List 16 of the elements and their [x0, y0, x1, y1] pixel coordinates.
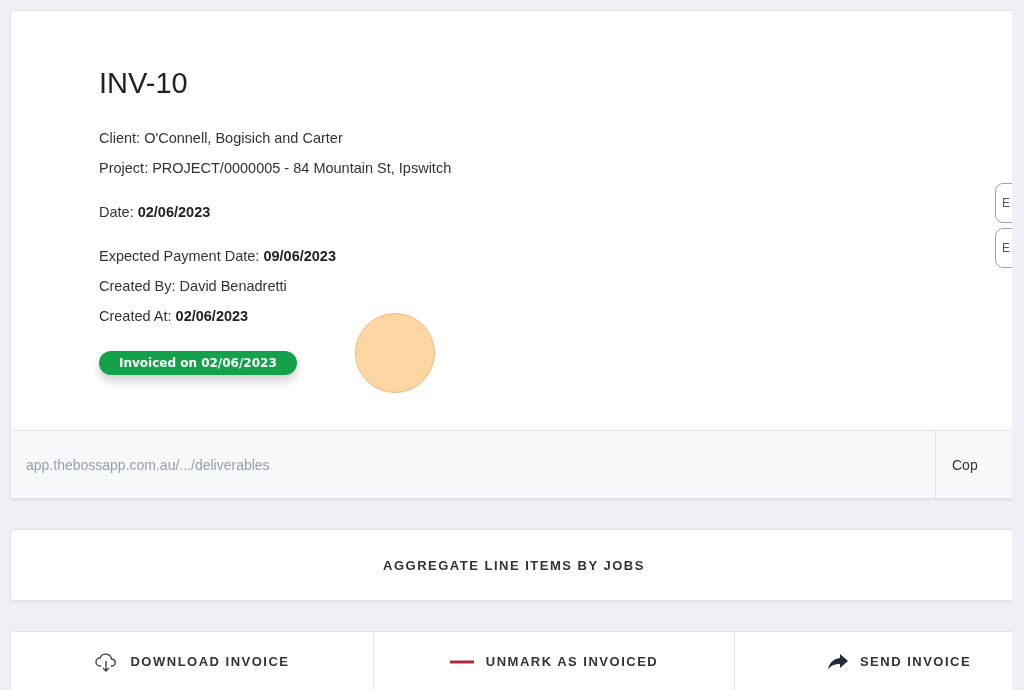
invoice-detail: Date: 02/06/2023: [99, 203, 211, 222]
invoice-detail: Project: PROJECT/0000005 - 84 Mountain St, Ipswitch: [99, 159, 452, 178]
invoice-detail: Expected Payment Date: 09/06/2023: [99, 247, 336, 266]
minus-icon: [449, 659, 474, 664]
invoice-detail: Created By: David Benadretti: [99, 277, 287, 296]
invoice-detail: Client: O'Connell, Bogisich and Carter: [99, 129, 343, 148]
action-button[interactable]: DOWNLOAD INVOICE: [11, 632, 374, 690]
status-badge: Invoiced on 02/06/2023: [99, 351, 297, 375]
side-button[interactable]: E: [995, 228, 1012, 268]
side-button[interactable]: E: [995, 183, 1012, 223]
cloud-download-icon: [94, 651, 119, 672]
invoice-detail: Created At: 02/06/2023: [99, 307, 249, 326]
aggregate-button[interactable]: AGGREGATE LINE ITEMS BY JOBS: [10, 529, 1012, 601]
invoice-title: INV-10: [99, 67, 188, 99]
copy-button[interactable]: Cop: [936, 431, 984, 498]
share-arrow-icon: [827, 653, 848, 670]
